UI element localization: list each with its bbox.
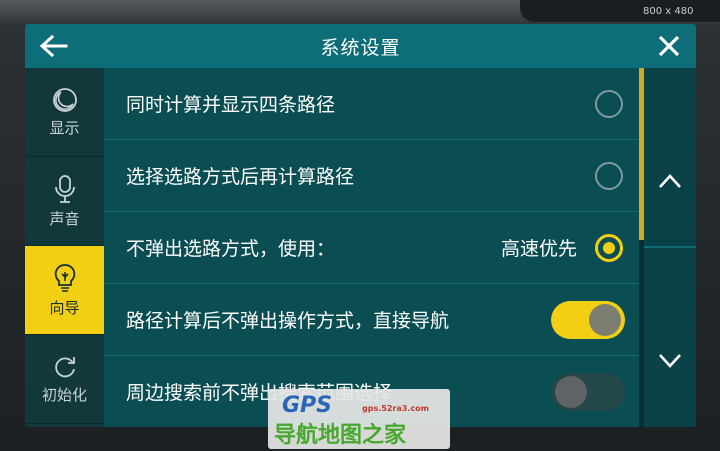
back-button[interactable]	[35, 30, 71, 62]
sidebar-item-guide[interactable]: 向导	[25, 246, 104, 335]
scroll-down-button[interactable]	[644, 296, 696, 426]
toggle-switch[interactable]	[551, 372, 625, 411]
setting-row-direct-navigation[interactable]: 路径计算后不弹出操作方式，直接导航	[104, 284, 639, 356]
radio-button[interactable]	[595, 89, 623, 118]
chevron-up-icon	[659, 174, 681, 188]
chevron-down-icon	[659, 354, 681, 368]
sidebar-item-label: 向导	[49, 298, 80, 317]
watermark-text: 导航地图之家	[274, 423, 407, 448]
sidebar-item-label: 初始化	[41, 385, 87, 404]
toggle-knob	[589, 303, 621, 336]
navigation-screen: 系统设置 显示 声音 向导 初始化 同时计算并显示四条路径 选择选路方式后再计算…	[25, 24, 696, 427]
scroll-up-button[interactable]	[644, 116, 696, 246]
setting-label: 路径计算后不弹出操作方式，直接导航	[126, 310, 450, 332]
radio-button-selected[interactable]	[595, 233, 623, 262]
setting-row-four-routes[interactable]: 同时计算并显示四条路径	[104, 68, 639, 140]
watermark-logo: GPS gps.52ra3.com 导航地图之家	[268, 389, 450, 449]
settings-list: 同时计算并显示四条路径 选择选路方式后再计算路径 不弹出选路方式，使用： 高速优…	[104, 68, 639, 427]
sidebar-item-label: 显示	[49, 118, 80, 137]
page-title: 系统设置	[320, 36, 401, 59]
setting-label: 选择选路方式后再计算路径	[126, 166, 355, 188]
watermark-url: gps.52ra3.com	[362, 404, 429, 413]
close-icon	[658, 35, 680, 57]
microphone-icon	[54, 174, 75, 203]
resolution-label: 800 x 480	[643, 6, 694, 17]
setting-row-default-route-mode[interactable]: 不弹出选路方式，使用： 高速优先	[104, 212, 639, 284]
setting-label: 不弹出选路方式，使用：	[126, 238, 336, 260]
sidebar-item-reset[interactable]: 初始化	[25, 335, 104, 424]
setting-row-choose-route-mode[interactable]: 选择选路方式后再计算路径	[104, 140, 639, 212]
sidebar-item-sound[interactable]: 声音	[25, 157, 104, 246]
toggle-switch[interactable]	[551, 300, 625, 339]
close-button[interactable]	[652, 30, 686, 62]
title-bar: 系统设置	[25, 24, 696, 68]
scroll-controls	[644, 68, 696, 427]
arrow-left-icon	[39, 34, 68, 58]
setting-label: 同时计算并显示四条路径	[126, 94, 336, 116]
scroll-divider	[644, 246, 696, 248]
moon-icon	[52, 87, 77, 112]
settings-sidebar: 显示 声音 向导 初始化	[25, 68, 104, 427]
radio-button[interactable]	[595, 161, 623, 190]
sidebar-item-display[interactable]: 显示	[25, 68, 104, 157]
refresh-icon	[54, 356, 75, 377]
lightbulb-icon	[54, 263, 75, 292]
route-mode-value[interactable]: 高速优先	[501, 234, 577, 261]
sidebar-item-label: 声音	[49, 209, 80, 228]
toggle-knob	[555, 375, 587, 408]
watermark-brand: GPS	[282, 393, 333, 418]
